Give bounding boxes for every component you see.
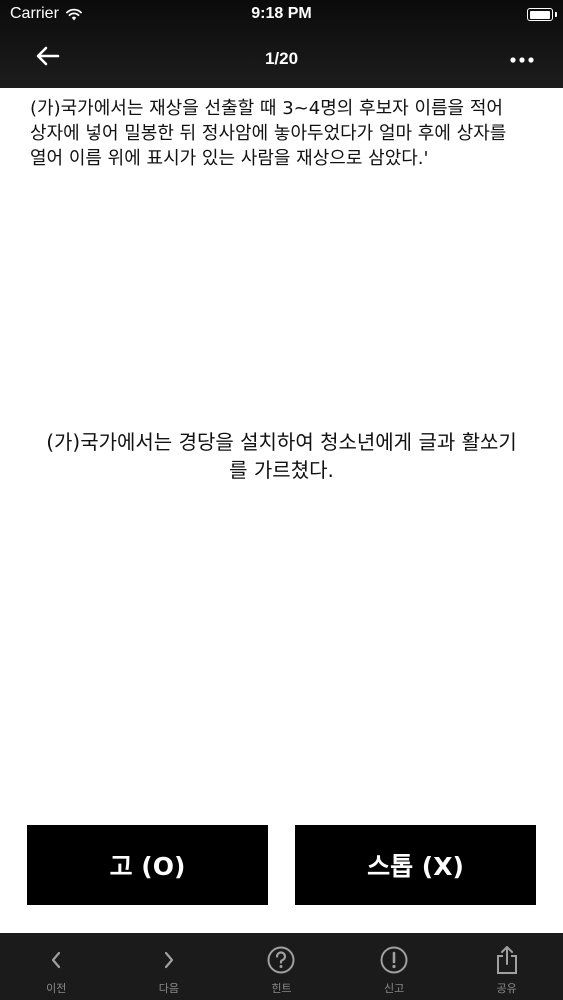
tab-share[interactable]: 공유 bbox=[450, 933, 563, 1000]
nav-bar: 1/20 bbox=[0, 30, 563, 88]
tab-label: 힌트 bbox=[271, 982, 292, 995]
tab-label: 공유 bbox=[496, 982, 517, 995]
battery-icon bbox=[527, 8, 557, 21]
tab-report[interactable]: 신고 bbox=[338, 933, 451, 1000]
tab-label: 이전 bbox=[46, 982, 67, 995]
tab-bar: 이전 다음 힌트 신고 공유 bbox=[0, 933, 563, 1000]
battery-fill bbox=[529, 10, 550, 19]
tab-label: 신고 bbox=[383, 982, 405, 995]
stop-button-label: 스톱 (X) bbox=[367, 852, 464, 881]
chevron-left-icon bbox=[49, 945, 63, 975]
share-icon bbox=[494, 945, 520, 975]
go-button-label: 고 (O) bbox=[109, 852, 186, 881]
question-text: (가)국가에서는 재상을 선출할 때 3~4명의 후보자 이름을 적어 상자에 … bbox=[30, 98, 507, 169]
tab-next[interactable]: 다음 bbox=[113, 933, 226, 1000]
question-circle-icon bbox=[266, 945, 296, 975]
stop-button[interactable]: 스톱 (X) bbox=[295, 825, 536, 905]
tab-label: 다음 bbox=[158, 982, 180, 995]
exclamation-circle-icon bbox=[379, 945, 409, 975]
statement-text: (가)국가에서는 경당을 설치하여 청소년에게 글과 활쏘기 를 가르쳤다. bbox=[46, 430, 517, 482]
more-button[interactable] bbox=[505, 42, 539, 72]
tab-previous[interactable]: 이전 bbox=[0, 933, 113, 1000]
tab-hint[interactable]: 힌트 bbox=[225, 933, 338, 1000]
page-counter: 1/20 bbox=[264, 49, 299, 68]
quiz-screen: Carrier 9:18 PM 1/20 (가)국가에서는 재상을 선출할 때 … bbox=[0, 0, 563, 1000]
ellipsis-icon bbox=[510, 48, 534, 67]
status-time: 9:18 PM bbox=[251, 5, 312, 22]
go-button[interactable]: 고 (O) bbox=[27, 825, 268, 905]
header: Carrier 9:18 PM 1/20 bbox=[0, 0, 563, 88]
chevron-right-icon bbox=[162, 945, 176, 975]
status-bar: Carrier 9:18 PM bbox=[0, 0, 563, 30]
